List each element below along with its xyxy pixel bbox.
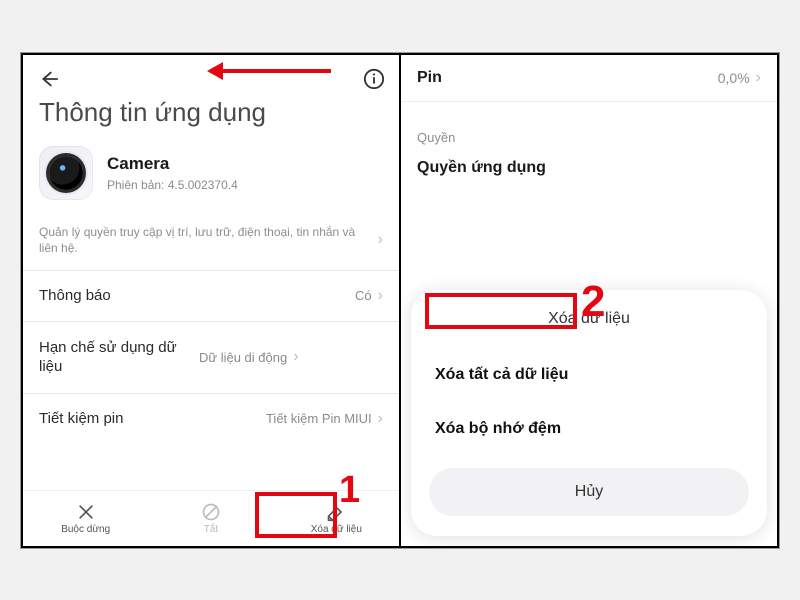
clear-data-sheet-screen: Pin 0,0% › Quyền Quyền ứng dụng Xóa dữ l… (400, 53, 779, 548)
notifications-row[interactable]: Thông báo Có › (23, 271, 399, 322)
battery-label: Pin (417, 69, 718, 87)
annotation-arrow (221, 69, 331, 73)
battery-saver-label: Tiết kiệm pin (39, 410, 266, 427)
annotation-number-1: 1 (339, 469, 360, 512)
battery-saver-value: Tiết kiệm Pin MIUI (266, 411, 372, 426)
clear-cache-option[interactable]: Xóa bộ nhớ đệm (429, 402, 749, 456)
permissions-summary-row[interactable]: Quản lý quyền truy cập vị trí, lưu trữ, … (23, 214, 399, 271)
chevron-right-icon: › (293, 348, 298, 366)
battery-saver-row[interactable]: Tiết kiệm pin Tiết kiệm Pin MIUI › (23, 394, 399, 444)
camera-app-icon (39, 146, 93, 200)
app-header: Camera Phiên bản: 4.5.002370.4 (23, 140, 399, 214)
notifications-label: Thông báo (39, 287, 355, 304)
chevron-right-icon: › (378, 410, 383, 428)
annotation-highlight-2 (425, 293, 577, 329)
app-info-screen: Thông tin ứng dụng Camera Phiên bản: 4.5… (21, 53, 400, 548)
chevron-right-icon: › (756, 69, 761, 87)
app-version: Phiên bản: 4.5.002370.4 (107, 178, 238, 192)
chevron-right-icon: › (378, 231, 383, 249)
notifications-value: Có (355, 288, 372, 303)
battery-value: 0,0% (718, 70, 750, 86)
info-icon[interactable] (363, 68, 385, 90)
battery-usage-row[interactable]: Pin 0,0% › (401, 55, 777, 102)
tutorial-frame: Thông tin ứng dụng Camera Phiên bản: 4.5… (20, 52, 780, 549)
clear-all-data-option[interactable]: Xóa tất cả dữ liệu (429, 348, 749, 402)
annotation-highlight-1 (255, 492, 337, 538)
permissions-section-header: Quyền (401, 102, 777, 151)
cancel-button[interactable]: Hủy (429, 468, 749, 516)
back-icon[interactable] (37, 68, 59, 90)
page-title: Thông tin ứng dụng (23, 93, 399, 140)
permissions-summary-text: Quản lý quyền truy cập vị trí, lưu trữ, … (39, 224, 372, 256)
app-name: Camera (107, 154, 238, 174)
restrict-data-value: Dữ liệu di động (199, 350, 287, 365)
app-permissions-row[interactable]: Quyền ứng dụng (401, 151, 777, 177)
restrict-data-row[interactable]: Hạn chế sử dụng dữ liệu Dữ liệu di động … (23, 322, 399, 394)
annotation-number-2: 2 (581, 277, 605, 327)
force-stop-button[interactable]: Buộc dừng (23, 491, 148, 546)
restrict-data-label: Hạn chế sử dụng dữ liệu (39, 338, 199, 377)
chevron-right-icon: › (378, 287, 383, 305)
